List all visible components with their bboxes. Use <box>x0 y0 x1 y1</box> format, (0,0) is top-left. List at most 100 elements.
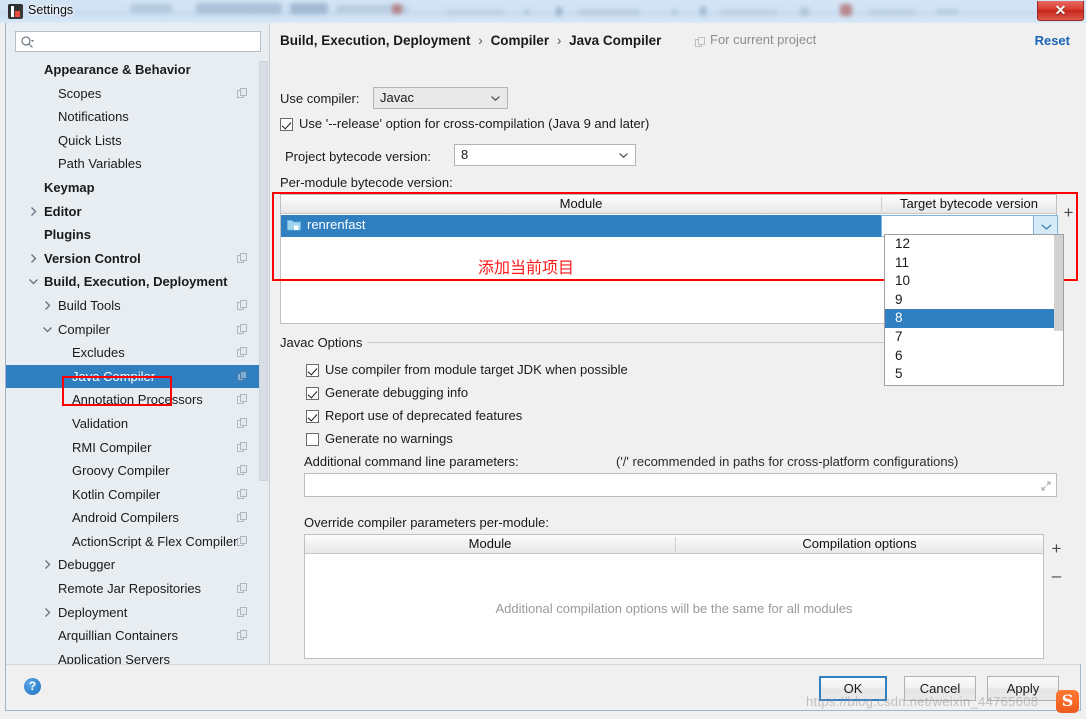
title-bg-blur-13 <box>800 7 809 16</box>
sidebar-item-excludes[interactable]: Excludes <box>6 341 261 365</box>
title-bg-blur-8 <box>556 7 562 16</box>
report-deprecated-checkbox[interactable] <box>306 410 319 423</box>
dropdown-option[interactable]: 9 <box>885 291 1063 310</box>
dropdown-option[interactable]: 10 <box>885 272 1063 291</box>
sidebar-item-path-variables[interactable]: Path Variables <box>6 152 261 176</box>
sidebar-item-build-tools[interactable]: Build Tools <box>6 294 261 318</box>
sidebar-item-plugins[interactable]: Plugins <box>6 223 261 247</box>
chevron-right-icon[interactable] <box>42 300 53 311</box>
column-header-compilation-options[interactable]: Compilation options <box>676 535 1043 554</box>
sidebar-item-label: Kotlin Compiler <box>72 486 161 502</box>
copy-settings-icon <box>237 394 248 405</box>
chevron-down-icon[interactable] <box>28 276 39 287</box>
sidebar-item-android-compilers[interactable]: Android Compilers <box>6 506 261 530</box>
dropdown-scrollbar-thumb[interactable] <box>1054 235 1063 331</box>
sidebar-item-label: Deployment <box>58 604 128 620</box>
additional-params-label: Additional command line parameters: <box>304 454 519 469</box>
help-icon[interactable]: ? <box>24 678 41 695</box>
dropdown-option[interactable]: 7 <box>885 328 1063 347</box>
sidebar-item-label: Android Compilers <box>72 510 179 526</box>
sidebar-item-quick-lists[interactable]: Quick Lists <box>6 129 261 153</box>
column-header-target-bytecode[interactable]: Target bytecode version <box>882 195 1056 214</box>
chevron-right-icon[interactable] <box>28 253 39 264</box>
generate-no-warnings-checkbox[interactable] <box>306 433 319 446</box>
title-bg-blur-2 <box>196 3 282 14</box>
sidebar-item-notifications[interactable]: Notifications <box>6 105 261 129</box>
module-name-cell: renrenfast <box>307 217 366 232</box>
generate-debug-info-label: Generate debugging info <box>325 385 469 400</box>
override-table-empty-text: Additional compilation options will be t… <box>495 601 853 616</box>
dropdown-option[interactable]: 8 <box>885 309 1063 328</box>
use-module-jdk-checkbox[interactable] <box>306 364 319 377</box>
sidebar-item-remote-jar-repositories[interactable]: Remote Jar Repositories <box>6 577 261 601</box>
sidebar-item-keymap[interactable]: Keymap <box>6 176 261 200</box>
sidebar-item-label: Plugins <box>44 227 91 243</box>
reset-link[interactable]: Reset <box>1035 33 1070 48</box>
copy-settings-icon <box>237 512 248 523</box>
sidebar-item-label: RMI Compiler <box>72 439 152 455</box>
override-table-header: Module Compilation options <box>305 535 1043 554</box>
breadcrumb-part-2[interactable]: Compiler <box>491 33 550 48</box>
dropdown-option[interactable]: 6 <box>885 347 1063 366</box>
sidebar-item-label: Build Tools <box>58 297 121 313</box>
title-bg-blur-6 <box>446 9 504 15</box>
sidebar-item-label: Version Control <box>44 250 141 266</box>
copy-settings-icon <box>237 535 248 547</box>
sidebar-item-debugger[interactable]: Debugger <box>6 553 261 577</box>
chevron-down-icon[interactable] <box>42 324 53 335</box>
sidebar-item-compiler[interactable]: Compiler <box>6 318 261 342</box>
chevron-right-icon[interactable] <box>42 607 53 618</box>
sidebar-item-actionscript-flex-compiler[interactable]: ActionScript & Flex Compiler <box>6 530 261 554</box>
close-icon[interactable]: ✕ <box>1037 1 1084 21</box>
release-option-label: Use '--release' option for cross-compila… <box>299 116 650 131</box>
copy-settings-icon <box>237 441 248 453</box>
add-module-button[interactable]: + <box>1060 204 1077 222</box>
settings-tree: Appearance & Behavior Scopes Notifications… <box>6 58 261 667</box>
search-input[interactable] <box>40 33 255 50</box>
sidebar-item-label: Build, Execution, Deployment <box>44 274 228 290</box>
use-compiler-label: Use compiler: <box>280 91 360 106</box>
sidebar-item-scopes[interactable]: Scopes <box>6 82 261 106</box>
sidebar-item-build-execution-deployment[interactable]: Build, Execution, Deployment <box>6 270 261 294</box>
project-bytecode-label: Project bytecode version: <box>285 149 431 164</box>
search-box[interactable] <box>15 31 261 52</box>
sidebar-item-label: Quick Lists <box>58 132 122 148</box>
chevron-right-icon[interactable] <box>42 559 53 570</box>
sidebar-scrollbar[interactable] <box>259 61 268 481</box>
for-current-project-label: For current project <box>710 32 817 47</box>
dropdown-option[interactable]: 5 <box>885 365 1063 384</box>
target-bytecode-dropdown-list[interactable]: 12 11 10 9 8 7 6 5 <box>884 234 1064 386</box>
sidebar-item-label: Scopes <box>58 85 102 101</box>
sidebar-item-rmi-compiler[interactable]: RMI Compiler <box>6 436 261 460</box>
project-bytecode-select[interactable]: 8 <box>454 144 636 166</box>
use-compiler-select[interactable]: Javac <box>373 87 508 109</box>
column-header-module[interactable]: Module <box>305 535 675 554</box>
sidebar-item-groovy-compiler[interactable]: Groovy Compiler <box>6 459 261 483</box>
sidebar-item-arquillian-containers[interactable]: Arquillian Containers <box>6 624 261 648</box>
target-bytecode-dropdown-button[interactable] <box>1033 216 1057 236</box>
additional-params-input[interactable] <box>304 473 1057 497</box>
release-option-checkbox[interactable] <box>280 118 293 131</box>
sidebar-item-label: ActionScript & Flex Compiler <box>72 533 238 549</box>
sidebar-item-annotation-processors[interactable]: Annotation Processors <box>6 388 261 412</box>
annotation-note-text: 添加当前项目 <box>478 258 575 277</box>
sidebar-item-appearance-behavior[interactable]: Appearance & Behavior <box>6 58 261 82</box>
sidebar-item-version-control[interactable]: Version Control <box>6 247 261 271</box>
add-override-button[interactable]: + <box>1048 540 1065 558</box>
column-header-module[interactable]: Module <box>281 195 881 214</box>
sidebar-item-kotlin-compiler[interactable]: Kotlin Compiler <box>6 483 261 507</box>
remove-override-button[interactable]: – <box>1048 567 1065 585</box>
sidebar-item-deployment[interactable]: Deployment <box>6 601 261 625</box>
copy-settings-icon <box>237 465 248 476</box>
chevron-right-icon[interactable] <box>28 206 39 217</box>
sidebar-item-editor[interactable]: Editor <box>6 200 261 224</box>
dropdown-option[interactable]: 12 <box>885 235 1063 254</box>
expand-icon[interactable] <box>1041 481 1051 491</box>
sidebar-item-validation[interactable]: Validation <box>6 412 261 436</box>
dropdown-option[interactable]: 11 <box>885 254 1063 273</box>
sidebar-item-label: Path Variables <box>58 156 142 172</box>
sidebar-item-java-compiler[interactable]: Java Compiler <box>6 364 261 389</box>
breadcrumb-part-1[interactable]: Build, Execution, Deployment <box>280 33 471 48</box>
dropdown-scrollbar[interactable] <box>1054 235 1063 385</box>
generate-debug-info-checkbox[interactable] <box>306 387 319 400</box>
